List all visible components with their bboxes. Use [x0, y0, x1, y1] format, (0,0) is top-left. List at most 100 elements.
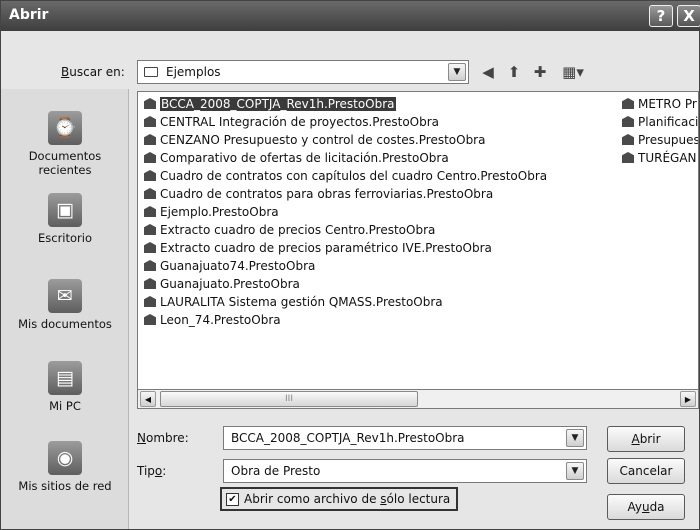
- cancel-button[interactable]: Cancelar: [607, 458, 685, 484]
- file-name: TURÉGAN: [638, 151, 697, 165]
- file-name: Extracto cuadro de precios Centro.Presto…: [160, 223, 436, 237]
- presto-file-icon: [144, 224, 156, 235]
- help-button[interactable]: Ayuda: [607, 494, 685, 520]
- file-name: CENTRAL Integración de proyectos.PrestoO…: [160, 115, 440, 129]
- presto-file-icon: [144, 98, 156, 109]
- list-item[interactable]: Cuadro de contratos con capítulos del cu…: [144, 167, 547, 185]
- readonly-label: Abrir como archivo de sólo lectura: [244, 492, 451, 506]
- place-label: Documentos recientes: [28, 149, 102, 177]
- readonly-checkbox[interactable]: ✔: [226, 493, 239, 506]
- list-item[interactable]: LAURALITA Sistema gestión QMASS.PrestoOb…: [144, 293, 443, 311]
- file-name: LAURALITA Sistema gestión QMASS.PrestoOb…: [160, 295, 443, 309]
- presto-file-icon: [144, 260, 156, 271]
- place-label: Escritorio: [37, 231, 92, 245]
- place-desktop[interactable]: ▣ Escritorio: [1, 193, 129, 245]
- place-my-documents[interactable]: ✉ Mis documentos: [1, 279, 129, 331]
- recent-documents-icon: ⌚: [48, 111, 82, 145]
- place-recent-documents[interactable]: ⌚ Documentos recientes: [1, 111, 129, 177]
- views-menu-icon[interactable]: ▦▾: [555, 61, 591, 83]
- file-name: Guanajuato74.PrestoObra: [160, 259, 316, 273]
- look-in-label: Buscar en:: [61, 65, 125, 79]
- filename-value: BCCA_2008_COPTJA_Rev1h.PrestoObra: [231, 431, 465, 445]
- back-icon[interactable]: ◀: [477, 61, 499, 83]
- list-item[interactable]: Guanajuato74.PrestoObra: [144, 257, 315, 275]
- presto-file-icon: [144, 296, 156, 307]
- place-my-computer[interactable]: ▤ Mi PC: [1, 361, 129, 413]
- place-label: Mis sitios de red: [18, 479, 112, 493]
- list-item[interactable]: CENZANO Presupuesto y control de costes.…: [144, 131, 485, 149]
- list-item[interactable]: CENTRAL Integración de proyectos.PrestoO…: [144, 113, 439, 131]
- list-item[interactable]: Ejemplo.PrestoObra: [144, 203, 279, 221]
- open-dialog: Abrir ? X Buscar en: Ejemplos ▼ ◀ ⬆ ✚ ▦▾…: [0, 0, 700, 530]
- filetype-label-start: Tip: [137, 464, 155, 478]
- list-item[interactable]: Extracto cuadro de precios paramétrico I…: [144, 239, 492, 257]
- filetype-label: Tipo:: [137, 464, 167, 478]
- scrollbar-thumb[interactable]: III: [160, 391, 418, 407]
- window-title: Abrir: [9, 7, 49, 23]
- list-item[interactable]: METRO Pr: [622, 95, 697, 113]
- look-in-dropdown[interactable]: Ejemplos ▼: [137, 60, 469, 84]
- file-name: Planificaci: [638, 115, 699, 129]
- presto-file-icon: [144, 188, 156, 199]
- list-item[interactable]: TURÉGAN: [622, 149, 697, 167]
- scroll-left-icon[interactable]: ◀: [140, 391, 156, 407]
- file-name: METRO Pr: [638, 97, 697, 111]
- list-item[interactable]: Cuadro de contratos para obras ferroviar…: [144, 185, 493, 203]
- my-documents-icon: ✉: [48, 279, 82, 313]
- presto-file-icon: [144, 206, 156, 217]
- place-network[interactable]: ◉ Mis sitios de red: [1, 441, 129, 493]
- new-folder-icon[interactable]: ✚: [529, 61, 551, 83]
- file-name: Presupues: [638, 133, 699, 147]
- presto-file-icon: [144, 170, 156, 181]
- list-item[interactable]: Presupues: [622, 131, 699, 149]
- filetype-label-end: :: [162, 464, 167, 478]
- file-name: Extracto cuadro de precios paramétrico I…: [160, 241, 492, 255]
- filename-combobox[interactable]: BCCA_2008_COPTJA_Rev1h.PrestoObra ▼: [223, 426, 587, 450]
- file-list[interactable]: BCCA_2008_COPTJA_Rev1h.PrestoObra CENTRA…: [137, 91, 699, 409]
- scroll-right-icon[interactable]: ▶: [680, 391, 696, 407]
- list-item[interactable]: Comparativo de ofertas de licitación.Pre…: [144, 149, 449, 167]
- look-in-label-rest: uscar en:: [69, 65, 125, 79]
- open-button[interactable]: Abrir: [607, 426, 685, 452]
- chevron-down-icon[interactable]: ▼: [566, 462, 584, 480]
- help-titlebar-button[interactable]: ?: [649, 5, 673, 27]
- horizontal-scrollbar[interactable]: ◀ III ▶: [137, 389, 699, 409]
- network-places-icon: ◉: [48, 441, 82, 475]
- list-item[interactable]: BCCA_2008_COPTJA_Rev1h.PrestoObra: [144, 95, 396, 113]
- list-item[interactable]: Extracto cuadro de precios Centro.Presto…: [144, 221, 435, 239]
- presto-file-icon: [144, 242, 156, 253]
- desktop-icon: ▣: [48, 193, 82, 227]
- file-name: Comparativo de ofertas de licitación.Pre…: [160, 151, 449, 165]
- title-bar: Abrir ? X: [1, 1, 700, 31]
- presto-file-icon: [622, 116, 634, 127]
- filename-label-rest: ombre:: [145, 431, 189, 445]
- file-name: CENZANO Presupuesto y control de costes.…: [160, 133, 486, 147]
- presto-file-icon: [144, 278, 156, 289]
- filetype-combobox[interactable]: Obra de Presto ▼: [223, 459, 587, 483]
- chevron-down-icon[interactable]: ▼: [448, 63, 466, 81]
- file-name: Ejemplo.PrestoObra: [160, 205, 279, 219]
- close-button[interactable]: X: [677, 5, 700, 27]
- place-label: Mi PC: [49, 399, 81, 413]
- my-computer-icon: ▤: [48, 361, 82, 395]
- look-in-value: Ejemplos: [166, 65, 221, 79]
- presto-file-icon: [622, 98, 634, 109]
- presto-file-icon: [622, 134, 634, 145]
- place-label: Mis documentos: [18, 317, 112, 331]
- presto-file-icon: [144, 116, 156, 127]
- places-bar: ⌚ Documentos recientes ▣ Escritorio ✉ Mi…: [1, 89, 129, 529]
- file-name: Cuadro de contratos para obras ferroviar…: [160, 187, 494, 201]
- presto-file-icon: [622, 152, 634, 163]
- filename-label: Nombre:: [137, 431, 189, 445]
- chevron-down-icon[interactable]: ▼: [566, 429, 584, 447]
- file-name: Leon_74.PrestoObra: [160, 313, 281, 327]
- up-folder-icon[interactable]: ⬆: [503, 61, 525, 83]
- presto-file-icon: [144, 314, 156, 325]
- readonly-checkbox-group[interactable]: ✔ Abrir como archivo de sólo lectura: [220, 487, 458, 511]
- presto-file-icon: [144, 152, 156, 163]
- list-item[interactable]: Planificaci: [622, 113, 698, 131]
- list-item[interactable]: Guanajuato.PrestoObra: [144, 275, 300, 293]
- file-name: Guanajuato.PrestoObra: [160, 277, 300, 291]
- file-name: BCCA_2008_COPTJA_Rev1h.PrestoObra: [160, 97, 396, 111]
- list-item[interactable]: Leon_74.PrestoObra: [144, 311, 281, 329]
